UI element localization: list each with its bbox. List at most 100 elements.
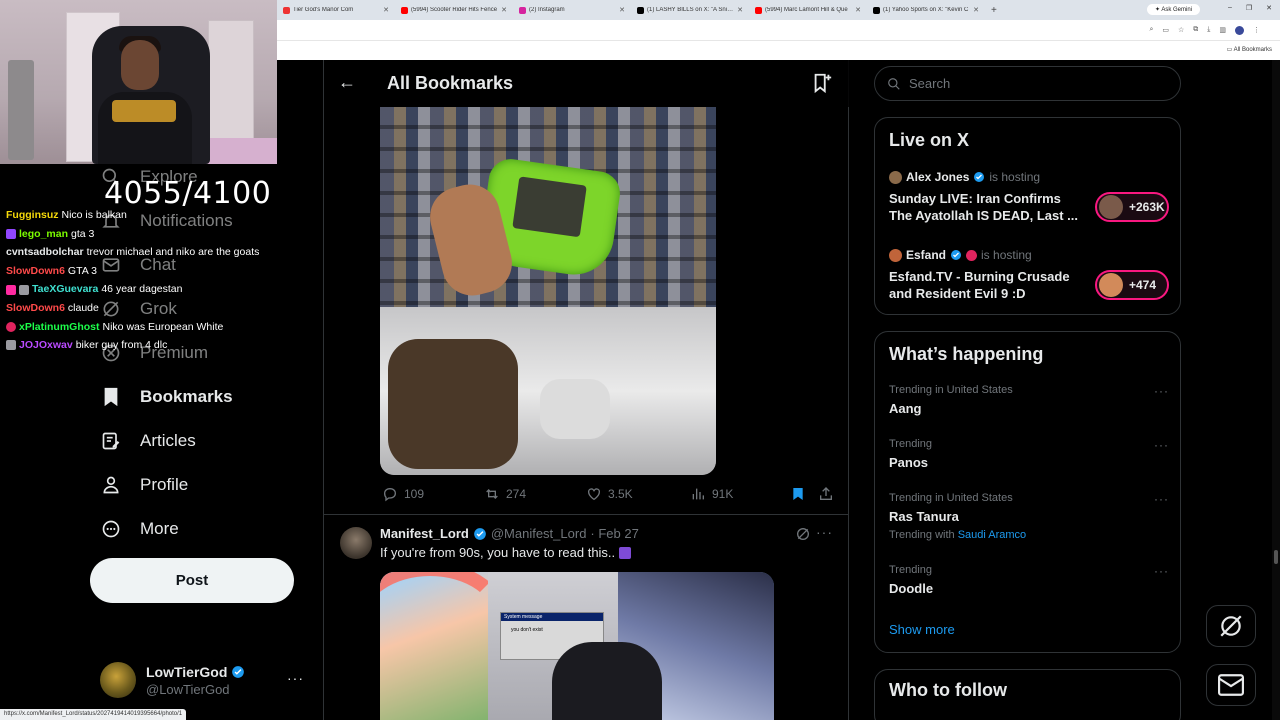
repost-button[interactable]: 274: [484, 486, 526, 502]
views-button[interactable]: 91K: [690, 486, 733, 502]
zoom-icon[interactable]: ⌕: [1149, 26, 1153, 35]
chat-user: Fugginsuz: [6, 209, 59, 221]
close-icon[interactable]: ✕: [501, 6, 507, 14]
avatar: [1099, 273, 1123, 297]
reply-button[interactable]: 109: [382, 486, 424, 502]
page-header: ← All Bookmarks: [324, 60, 849, 107]
browser-tab[interactable]: (2) Instagram ✕: [513, 0, 631, 20]
post-button[interactable]: Post: [90, 558, 294, 603]
share-icon: [820, 487, 832, 500]
star-icon[interactable]: ☆: [1178, 26, 1184, 35]
new-tab-button[interactable]: +: [985, 5, 1003, 16]
author-handle[interactable]: @Manifest_Lord: [491, 526, 587, 541]
live-listeners-pill[interactable]: +263K: [1095, 192, 1169, 222]
youtube-icon: [755, 6, 762, 14]
close-icon[interactable]: ✕: [855, 6, 861, 14]
close-icon[interactable]: ✕: [383, 6, 389, 14]
trend-with-link[interactable]: Saudi Aramco: [958, 529, 1026, 541]
stream-chat: Fugginsuz Nico is balkan lego_man gta 3 cv…: [6, 206, 276, 355]
ask-gemini-button[interactable]: ✦ Ask Gemini: [1146, 4, 1200, 15]
more-icon[interactable]: ···: [287, 670, 304, 686]
bookmark-add-icon[interactable]: [811, 72, 833, 94]
x-icon: [873, 6, 880, 14]
search-input[interactable]: Search: [874, 66, 1181, 101]
nav-item-more[interactable]: More: [100, 512, 179, 546]
tweet-photo[interactable]: [380, 107, 716, 475]
browser-tab[interactable]: (1) Yahoo Sports on X: "Kevin C ✕: [867, 0, 985, 20]
bookmark-button[interactable]: [790, 486, 806, 502]
maximize-icon[interactable]: ❐: [1246, 4, 1252, 12]
downloads-icon[interactable]: ⤓: [1207, 26, 1210, 35]
heart-icon: [588, 488, 600, 501]
grok-icon[interactable]: [795, 526, 811, 542]
host-name: Alex Jones: [906, 170, 970, 184]
avatar[interactable]: [340, 527, 372, 559]
chat-message: trevor michael and niko are the goats: [86, 246, 260, 259]
share-button[interactable]: [818, 486, 834, 502]
browser-tab[interactable]: (5994) Scooter Rider Hits Fence ✕: [395, 0, 513, 20]
person-icon: [100, 474, 122, 496]
browser-tab[interactable]: (1) LASHY BILLS on X: "A Sniper ✕: [631, 0, 749, 20]
extensions-icon[interactable]: ⧉: [1193, 26, 1198, 35]
more-icon[interactable]: ···: [1154, 438, 1169, 452]
trend-item[interactable]: Trending Panos ···: [889, 438, 1169, 470]
chat-user: SlowDown6: [6, 301, 65, 314]
more-icon[interactable]: ···: [1154, 492, 1169, 506]
dialog-text: you don't exist: [511, 627, 543, 633]
avatar: [1099, 195, 1123, 219]
x-icon: [637, 6, 644, 14]
more-icon[interactable]: ···: [1154, 564, 1169, 578]
account-switcher[interactable]: LowTierGod @LowTierGod ···: [100, 660, 310, 702]
tab-label: (1) LASHY BILLS on X: "A Sniper: [647, 7, 735, 13]
chat-line: SlowDown6 claude: [6, 299, 276, 318]
bookmarks-timeline: ← All Bookmarks 109 274 3.5K 91K Manifes…: [323, 60, 849, 720]
trend-name: Panos: [889, 455, 929, 470]
address-bar[interactable]: ⌕ ▭ ☆ ⧉ ⤓ ▥ ⋮: [277, 20, 1280, 40]
trend-item[interactable]: Trending in United States Aang ···: [889, 384, 1169, 416]
profile-avatar-icon[interactable]: [1235, 26, 1244, 35]
youtube-icon: [401, 6, 408, 14]
listener-count: +263K: [1129, 200, 1165, 214]
browser-tab[interactable]: (5994) Marc Lamont Hill & Que ✕: [749, 0, 867, 20]
minimize-icon[interactable]: –: [1228, 4, 1232, 12]
messages-fab-button[interactable]: [1206, 664, 1256, 706]
tweet[interactable]: Manifest_Lord @Manifest_Lord · Feb 27 ··…: [324, 515, 849, 720]
nav-item-profile[interactable]: Profile: [100, 468, 188, 502]
trend-item[interactable]: Trending Doodle ···: [889, 564, 1169, 596]
sidebar-icon[interactable]: ▥: [1219, 26, 1226, 35]
nav-item-articles[interactable]: Articles: [100, 424, 196, 458]
tweet-date[interactable]: · Feb 27: [590, 526, 638, 541]
close-icon[interactable]: ✕: [619, 6, 625, 14]
live-listeners-pill[interactable]: +474: [1095, 270, 1169, 300]
cast-icon[interactable]: ▭: [1162, 26, 1169, 35]
browser-tab[interactable]: Tier God's Manor Com ✕: [277, 0, 395, 20]
badge-icon: [19, 284, 29, 295]
nav-item-bookmarks[interactable]: Bookmarks: [100, 380, 233, 414]
scrollbar-thumb[interactable]: [1274, 550, 1278, 564]
like-button[interactable]: 3.5K: [586, 486, 633, 502]
back-arrow-icon[interactable]: ←: [338, 72, 356, 93]
dialog-title: System message: [501, 613, 603, 621]
more-icon[interactable]: ···: [816, 524, 833, 540]
close-window-icon[interactable]: ✕: [1266, 4, 1272, 12]
chat-line: cvntsadbolchar trevor michael and niko ar…: [6, 243, 276, 262]
close-icon[interactable]: ✕: [737, 6, 743, 14]
tweet-photo[interactable]: System message you don't exist: [380, 572, 774, 720]
all-bookmarks-folder[interactable]: ▭ All Bookmarks: [1227, 46, 1272, 53]
author-name[interactable]: Manifest_Lord: [380, 526, 469, 541]
live-item[interactable]: Esfand is hosting Esfand.TV - Burning Cru…: [889, 248, 1169, 302]
menu-icon[interactable]: ⋮: [1253, 26, 1260, 35]
chat-user: SlowDown6: [6, 264, 65, 277]
listener-count: +474: [1129, 278, 1157, 292]
grok-fab-button[interactable]: [1206, 605, 1256, 647]
live-item[interactable]: Alex Jones is hosting Sunday LIVE: Iran C…: [889, 170, 1169, 224]
more-icon[interactable]: ···: [1154, 384, 1169, 398]
page-scrollbar[interactable]: [1272, 60, 1280, 720]
trend-item[interactable]: Trending in United States Ras Tanura Tre…: [889, 492, 1169, 541]
nav-label: Articles: [140, 431, 196, 450]
badge-icon: [6, 321, 16, 332]
close-icon[interactable]: ✕: [973, 6, 979, 14]
show-more-link[interactable]: Show more: [889, 622, 955, 637]
section-title: Who to follow: [889, 680, 1007, 700]
view-count: 91K: [712, 487, 734, 501]
